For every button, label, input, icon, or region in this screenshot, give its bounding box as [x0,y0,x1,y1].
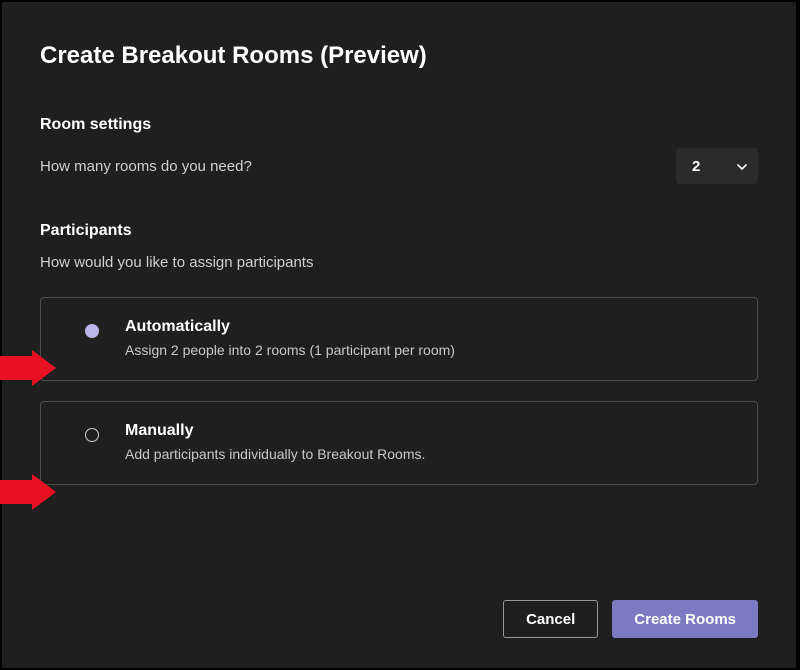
radio-automatically[interactable] [85,324,99,338]
dialog-title: Create Breakout Rooms (Preview) [40,42,758,70]
option-automatically-desc: Assign 2 people into 2 rooms (1 particip… [125,342,737,358]
dialog-footer: Cancel Create Rooms [503,600,758,638]
participants-heading: Participants [40,222,758,240]
room-count-row: How many rooms do you need? 2 [40,148,758,184]
option-manually-desc: Add participants individually to Breakou… [125,446,737,462]
radio-manually[interactable] [85,428,99,442]
option-automatically-title: Automatically [125,318,737,336]
option-automatically[interactable]: Automatically Assign 2 people into 2 roo… [40,297,758,381]
room-count-select[interactable]: 2 [676,148,758,184]
radio-selected-icon [85,324,99,338]
participants-question: How would you like to assign participant… [40,254,758,271]
create-rooms-button[interactable]: Create Rooms [612,600,758,638]
option-manually[interactable]: Manually Add participants individually t… [40,401,758,485]
room-count-value: 2 [692,158,700,175]
room-settings-heading: Room settings [40,116,758,134]
annotation-arrow-icon [0,350,56,386]
room-count-label: How many rooms do you need? [40,158,252,175]
radio-empty-icon [85,428,99,442]
dialog-panel: Create Breakout Rooms (Preview) Room set… [2,2,796,668]
chevron-down-icon [736,161,746,171]
option-manually-title: Manually [125,422,737,440]
cancel-button[interactable]: Cancel [503,600,598,638]
annotation-arrow-icon [0,474,56,510]
